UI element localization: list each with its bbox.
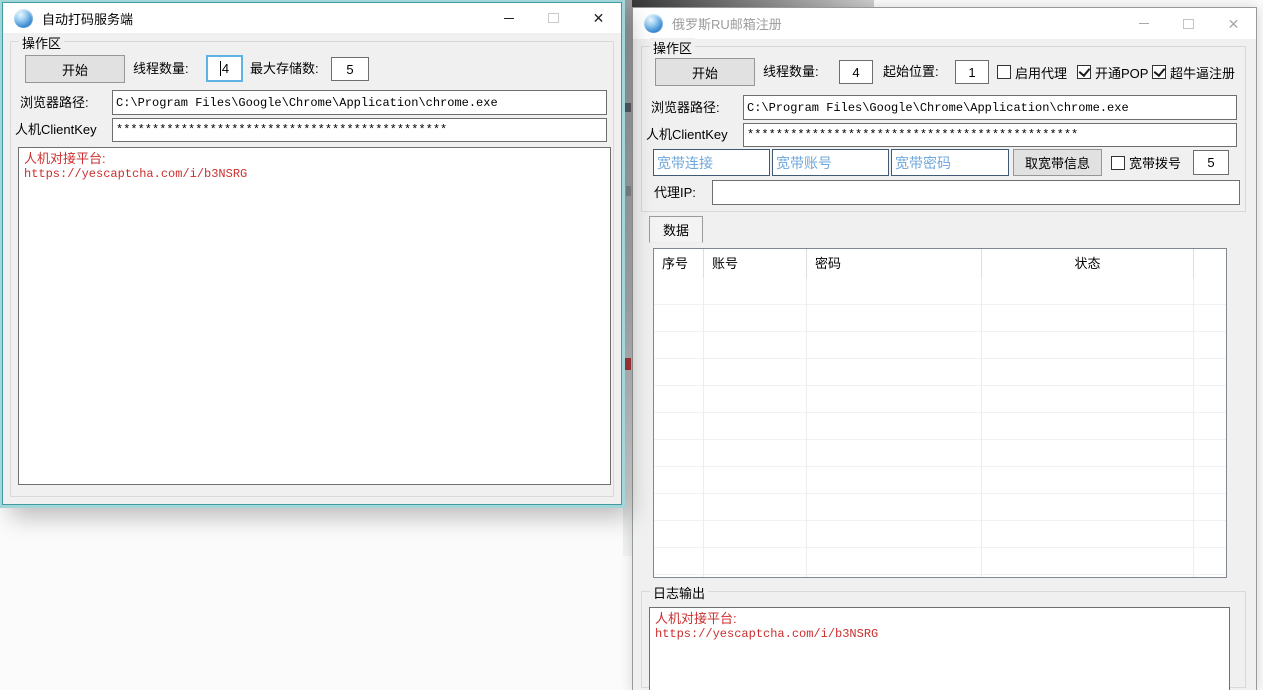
maximize-icon — [548, 13, 559, 23]
table-column-grid — [654, 278, 1226, 577]
minimize-button[interactable] — [1121, 8, 1166, 39]
broadband-connection-input[interactable] — [653, 149, 770, 176]
client-key-label: 人机ClientKey — [646, 123, 728, 147]
groupbox-label: 操作区 — [19, 33, 64, 52]
checkbox-open-pop[interactable]: 开通POP — [1077, 58, 1148, 86]
thread-count-label: 线程数量: — [763, 58, 819, 86]
browser-path-input[interactable] — [743, 95, 1237, 120]
window-title: 俄罗斯RU邮箱注册 — [672, 14, 782, 33]
broadband-password-input[interactable] — [891, 149, 1009, 176]
get-broadband-info-button[interactable]: 取宽带信息 — [1013, 149, 1102, 176]
client-key-input[interactable] — [743, 123, 1237, 147]
table-header-row: 序号 账号 密码 状态 — [654, 249, 1226, 279]
background-fragment — [625, 103, 631, 112]
background-fragment-red — [625, 358, 631, 370]
broadband-account-input[interactable] — [772, 149, 889, 176]
maximize-button[interactable] — [1166, 8, 1211, 39]
checkbox-enable-proxy[interactable]: 启用代理 — [997, 58, 1067, 86]
thread-count-input[interactable] — [839, 60, 873, 84]
window-captcha-server: 自动打码服务端 ✕ 操作区 开始 线程数量: 4 最大存储数: 浏览器路径: 人… — [2, 2, 622, 505]
client-key-label: 人机ClientKey — [15, 118, 97, 142]
browser-path-input[interactable] — [112, 90, 607, 115]
checkbox-icon — [1077, 65, 1091, 79]
table-body-empty — [654, 278, 1226, 577]
checkbox-icon — [1152, 65, 1166, 79]
window-ru-mail-register: 俄罗斯RU邮箱注册 ✕ 操作区 开始 线程数量: 起始位置: 启用代理 开通P — [632, 7, 1257, 690]
start-button[interactable]: 开始 — [25, 55, 125, 83]
close-button[interactable]: ✕ — [1211, 8, 1256, 39]
client-key-input[interactable] — [112, 118, 607, 142]
checkbox-label: 宽带拨号 — [1129, 153, 1181, 172]
start-position-input[interactable] — [955, 60, 989, 84]
maximize-icon — [1183, 19, 1194, 29]
thread-count-input[interactable]: 4 — [206, 55, 243, 82]
checkbox-icon — [1111, 156, 1125, 170]
column-header-extra[interactable] — [1194, 249, 1226, 278]
tab-label: 数据 — [663, 220, 689, 239]
background-fragment — [626, 186, 631, 196]
thread-count-label: 线程数量: — [133, 55, 189, 83]
desktop: 自动打码服务端 ✕ 操作区 开始 线程数量: 4 最大存储数: 浏览器路径: 人… — [0, 0, 1263, 690]
start-position-label: 起始位置: — [883, 58, 939, 86]
minimize-button[interactable] — [486, 3, 531, 33]
log-line-url: https://yescaptcha.com/i/b3NSRG — [24, 167, 605, 182]
titlebar-buttons: ✕ — [486, 3, 621, 33]
start-button[interactable]: 开始 — [655, 58, 755, 86]
background-window-titlebar-fragment — [622, 0, 874, 7]
app-icon — [14, 9, 33, 28]
app-icon — [644, 14, 663, 33]
column-header-index[interactable]: 序号 — [654, 249, 704, 278]
groupbox-label: 操作区 — [650, 38, 695, 57]
window-title: 自动打码服务端 — [42, 9, 133, 28]
client-area: 操作区 开始 线程数量: 起始位置: 启用代理 开通POP 超牛逼注册 浏览器路… — [633, 39, 1256, 690]
proxy-ip-input[interactable] — [712, 180, 1240, 205]
titlebar[interactable]: 自动打码服务端 ✕ — [3, 3, 621, 33]
minimize-icon — [1139, 23, 1149, 24]
log-line-url: https://yescaptcha.com/i/b3NSRG — [655, 627, 1224, 642]
checkbox-label: 启用代理 — [1015, 63, 1067, 82]
titlebar[interactable]: 俄罗斯RU邮箱注册 ✕ — [633, 8, 1256, 39]
checkbox-broadband-dial[interactable]: 宽带拨号 — [1111, 149, 1181, 176]
column-header-account[interactable]: 账号 — [704, 249, 807, 278]
proxy-ip-label: 代理IP: — [654, 180, 696, 205]
column-header-status[interactable]: 状态 — [982, 249, 1194, 278]
background-window-sliver — [623, 0, 632, 556]
tab-data[interactable]: 数据 — [649, 216, 703, 243]
checkbox-super-register[interactable]: 超牛逼注册 — [1152, 58, 1235, 86]
max-storage-label: 最大存储数: — [250, 55, 319, 83]
maximize-button[interactable] — [531, 3, 576, 33]
close-icon: ✕ — [1228, 17, 1240, 31]
checkbox-label: 开通POP — [1095, 63, 1148, 82]
titlebar-buttons: ✕ — [1121, 8, 1256, 39]
log-output-area[interactable]: 人机对接平台: https://yescaptcha.com/i/b3NSRG — [18, 147, 611, 485]
checkbox-icon — [997, 65, 1011, 79]
browser-path-label: 浏览器路径: — [651, 95, 720, 120]
column-header-password[interactable]: 密码 — [807, 249, 982, 278]
close-button[interactable]: ✕ — [576, 3, 621, 33]
close-icon: ✕ — [593, 11, 605, 25]
browser-path-label: 浏览器路径: — [20, 90, 89, 115]
log-output-area[interactable]: 人机对接平台: https://yescaptcha.com/i/b3NSRG — [649, 607, 1230, 690]
checkbox-label: 超牛逼注册 — [1170, 63, 1235, 82]
log-line: 人机对接平台: — [24, 150, 605, 167]
groupbox-label: 日志输出 — [650, 583, 708, 602]
minimize-icon — [504, 18, 514, 19]
text-caret — [220, 61, 221, 76]
log-line: 人机对接平台: — [655, 610, 1224, 627]
data-table[interactable]: 序号 账号 密码 状态 — [653, 248, 1227, 578]
dial-count-input[interactable] — [1193, 150, 1229, 175]
client-area: 操作区 开始 线程数量: 4 最大存储数: 浏览器路径: 人机ClientKey… — [3, 33, 621, 504]
max-storage-input[interactable] — [331, 57, 369, 81]
